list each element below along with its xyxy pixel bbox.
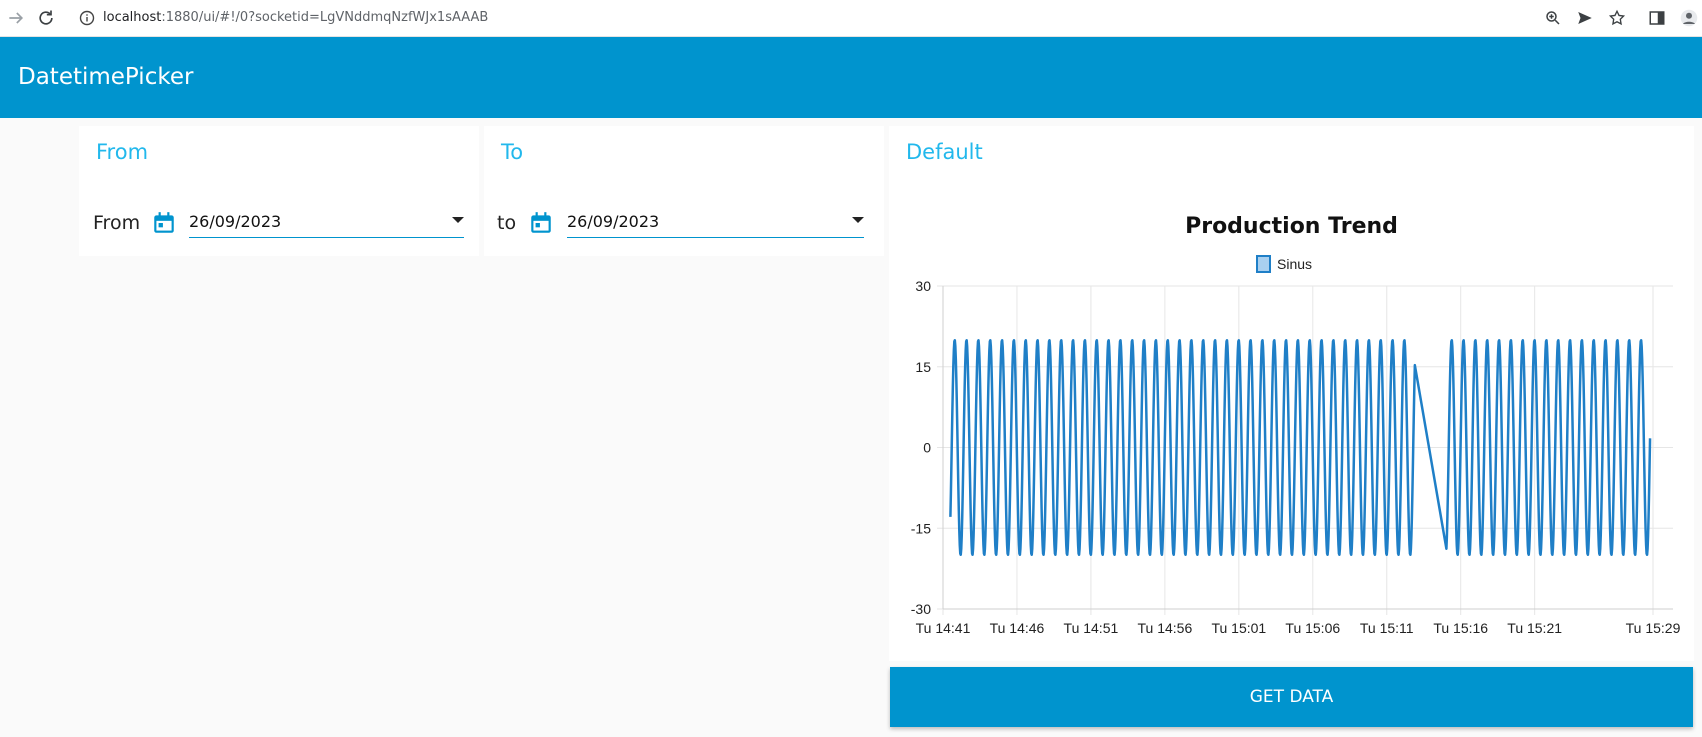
zoom-icon[interactable]: [1544, 9, 1562, 27]
calendar-icon[interactable]: [528, 210, 554, 236]
y-tick-label: -30: [911, 601, 931, 617]
from-card-title: From: [96, 140, 149, 164]
from-label: From: [93, 212, 141, 234]
from-card: From From 26/09/2023: [79, 126, 479, 256]
x-tick-label: Tu 14:46: [990, 620, 1045, 636]
app-title: DatetimePicker: [18, 64, 194, 90]
chevron-down-icon[interactable]: [852, 217, 864, 223]
bookmark-star-icon[interactable]: [1608, 9, 1626, 27]
legend-label: Sinus: [1277, 256, 1312, 272]
site-info-icon[interactable]: [79, 10, 95, 26]
x-tick-label: Tu 15:29: [1626, 620, 1681, 636]
chevron-down-icon[interactable]: [452, 217, 464, 223]
y-tick-label: -15: [911, 520, 931, 536]
reload-icon[interactable]: [36, 8, 56, 28]
y-tick-label: 0: [923, 440, 931, 456]
get-data-button[interactable]: GET DATA: [890, 667, 1693, 727]
send-icon[interactable]: [1576, 9, 1594, 27]
side-panel-icon[interactable]: [1648, 9, 1666, 27]
x-tick-label: Tu 15:06: [1285, 620, 1340, 636]
forward-icon[interactable]: [6, 8, 26, 28]
x-tick-label: Tu 15:11: [1360, 620, 1414, 636]
x-tick-label: Tu 15:01: [1211, 620, 1266, 636]
from-date-value: 26/09/2023: [189, 212, 282, 231]
to-card: To to 26/09/2023: [484, 126, 884, 256]
url-host: localhost: [103, 10, 162, 25]
url-text: localhost:1880/ui/#!/0?socketid=LgVNddmq…: [103, 10, 488, 25]
profile-icon[interactable]: [1680, 9, 1698, 27]
to-label: to: [497, 212, 517, 234]
x-tick-label: Tu 14:41: [916, 620, 971, 636]
browser-toolbar: localhost:1880/ui/#!/0?socketid=LgVNddmq…: [0, 0, 1702, 37]
x-tick-label: Tu 14:56: [1138, 620, 1193, 636]
x-tick-label: Tu 15:21: [1507, 620, 1562, 636]
x-tick-label: Tu 15:16: [1433, 620, 1488, 636]
default-card: Default Production Trend 30 15 0 -15 -30 Tu 1…: [889, 126, 1694, 661]
legend-swatch: [1256, 255, 1271, 273]
address-bar[interactable]: localhost:1880/ui/#!/0?socketid=LgVNddmq…: [70, 4, 1570, 32]
app-toolbar: DatetimePicker: [0, 37, 1702, 118]
x-tick-label: Tu 14:51: [1064, 620, 1119, 636]
production-trend-chart: 30 15 0 -15 -30 Tu 14:41 Tu 14:46 Tu 14:51 Tu 14…: [911, 255, 1681, 636]
to-date-input[interactable]: 26/09/2023: [567, 210, 864, 238]
from-date-input[interactable]: 26/09/2023: [189, 210, 464, 238]
to-card-title: To: [501, 140, 524, 164]
calendar-icon[interactable]: [151, 210, 177, 236]
y-tick-label: 30: [915, 278, 931, 294]
url-path: :1880/ui/#!/0?socketid=LgVNddmqNzfWJx1sA…: [161, 10, 489, 25]
to-date-value: 26/09/2023: [567, 212, 660, 231]
y-tick-label: 15: [915, 359, 931, 375]
